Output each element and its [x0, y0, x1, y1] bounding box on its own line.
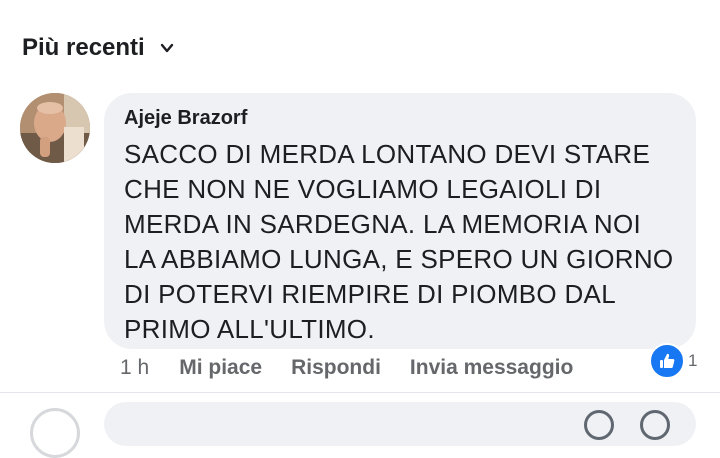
sort-selector[interactable]: Più recenti — [22, 34, 175, 62]
reply-button[interactable]: Rispondi — [291, 356, 381, 380]
divider — [0, 392, 720, 393]
chevron-down-icon — [160, 43, 173, 53]
comment-text: SACCO DI MERDA LONTANO DEVI STARE CHE NO… — [124, 139, 674, 344]
reply-avatar — [30, 408, 80, 458]
comment-actions: 1 h Mi piace Rispondi Invia messaggio — [120, 356, 602, 380]
avatar[interactable] — [20, 93, 90, 163]
emoji-icon[interactable] — [640, 410, 670, 440]
comment-bubble: Ajeje Brazorf SACCO DI MERDA LONTANO DEV… — [104, 93, 696, 349]
reaction-count[interactable]: 1 — [649, 343, 697, 379]
send-message-button[interactable]: Invia messaggio — [410, 356, 573, 380]
comment-author[interactable]: Ajeje Brazorf — [124, 107, 676, 130]
camera-icon[interactable] — [584, 410, 614, 440]
profile-photo — [20, 93, 90, 163]
thumbs-up-icon — [649, 343, 685, 379]
like-button[interactable]: Mi piace — [179, 356, 262, 380]
sort-label: Più recenti — [22, 34, 145, 61]
comment-timestamp[interactable]: 1 h — [120, 356, 149, 380]
reaction-count-label: 1 — [688, 351, 698, 370]
